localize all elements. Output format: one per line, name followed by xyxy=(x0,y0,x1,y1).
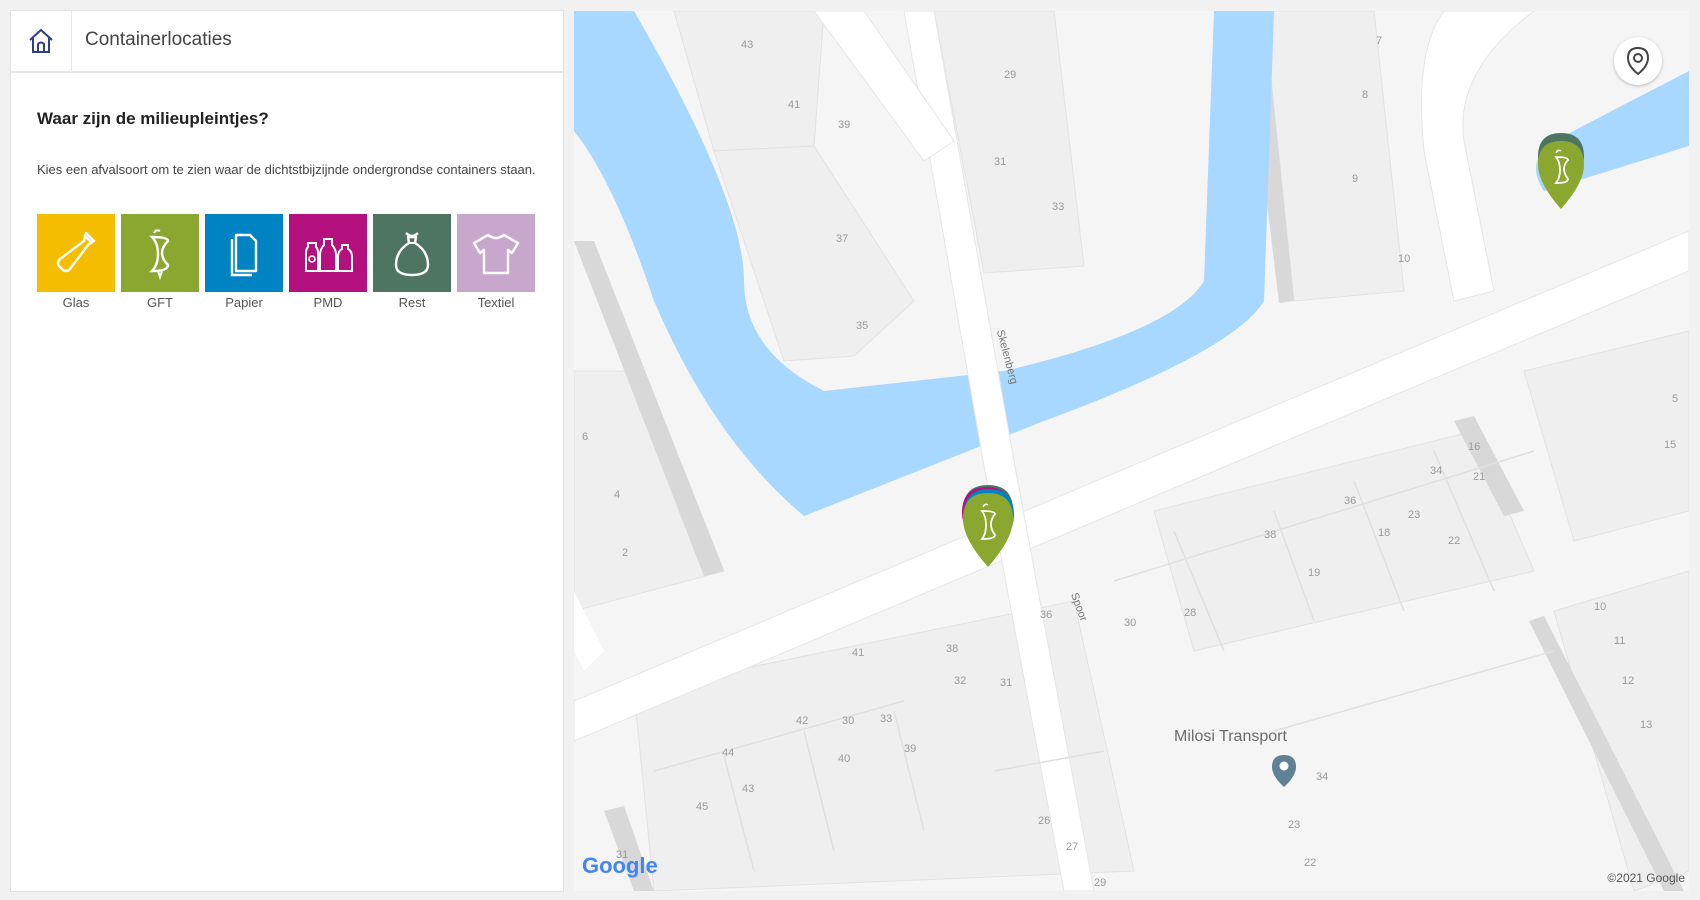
google-logo: Google xyxy=(582,853,658,879)
waste-type-papier[interactable]: Papier xyxy=(205,214,283,310)
house-number: 44 xyxy=(722,747,735,759)
house-number: 41 xyxy=(788,99,801,111)
house-number: 22 xyxy=(1304,857,1317,869)
house-number: 10 xyxy=(1594,601,1607,613)
papier-label: Papier xyxy=(225,295,263,310)
house-number: 18 xyxy=(1378,527,1391,539)
house-number: 23 xyxy=(1288,819,1301,831)
house-number: 30 xyxy=(1124,617,1137,629)
waste-type-list: Glas GFT Papier PMD Rest Textiel xyxy=(37,214,535,310)
papier-tile[interactable] xyxy=(205,214,283,292)
page-title: Containerlocaties xyxy=(85,29,232,50)
house-number: 39 xyxy=(838,119,851,131)
house-number: 8 xyxy=(1362,89,1369,101)
poi-pin[interactable] xyxy=(1271,754,1297,793)
house-number: 19 xyxy=(1308,567,1321,579)
textiel-label: Textiel xyxy=(477,295,515,310)
home-icon xyxy=(29,28,53,53)
house-number: 36 xyxy=(1344,495,1357,507)
map-copyright: ©2021 Google xyxy=(1607,871,1685,885)
house-number: 22 xyxy=(1448,535,1461,547)
top-bar: Containerlocaties xyxy=(11,11,563,73)
house-number: 16 xyxy=(1468,441,1481,453)
house-number: 38 xyxy=(1264,529,1277,541)
house-number: 15 xyxy=(1664,439,1677,451)
section-description: Kies een afvalsoort om te zien waar de d… xyxy=(37,162,536,177)
house-number: 41 xyxy=(852,647,865,659)
container-marker-cluster[interactable] xyxy=(1536,131,1586,214)
house-number: 7 xyxy=(1376,35,1383,47)
house-number: 33 xyxy=(1052,201,1065,213)
waste-type-pmd[interactable]: PMD xyxy=(289,214,367,310)
home-button[interactable] xyxy=(11,11,72,71)
paper-icon xyxy=(230,233,258,277)
map-base xyxy=(574,11,1689,891)
waste-type-rest[interactable]: Rest xyxy=(373,214,451,310)
bottles-icon xyxy=(305,238,353,272)
house-number: 31 xyxy=(994,156,1007,168)
apple-core-icon xyxy=(149,229,170,281)
house-number: 29 xyxy=(1094,877,1107,889)
house-number: 43 xyxy=(741,39,754,51)
house-number: 9 xyxy=(1352,173,1359,185)
house-number: 31 xyxy=(1000,677,1013,689)
trash-bag-icon xyxy=(394,232,430,277)
map-view[interactable]: Skelenberg Spoor 43 41 39 37 35 29 31 33… xyxy=(574,11,1689,891)
apple-core-icon xyxy=(962,485,1014,567)
google-watermark: Google xyxy=(582,853,658,878)
tshirt-icon xyxy=(472,233,520,275)
pmd-label: PMD xyxy=(313,295,343,310)
gft-tile[interactable] xyxy=(121,214,199,292)
rest-tile[interactable] xyxy=(373,214,451,292)
house-number: 33 xyxy=(880,713,893,725)
house-number: 26 xyxy=(1038,815,1051,827)
apple-core-icon xyxy=(1538,133,1584,209)
waste-type-glas[interactable]: Glas xyxy=(37,214,115,310)
house-number: 11 xyxy=(1614,635,1626,647)
section-heading: Waar zijn de milieupleintjes? xyxy=(37,109,269,128)
place-pin-icon xyxy=(1272,755,1296,787)
house-number: 43 xyxy=(742,783,755,795)
house-number: 39 xyxy=(904,743,917,755)
poi-label: Milosi Transport xyxy=(1174,728,1287,745)
waste-type-gft[interactable]: GFT xyxy=(121,214,199,310)
house-number: 5 xyxy=(1672,393,1679,405)
house-number: 10 xyxy=(1398,253,1411,265)
house-number: 40 xyxy=(838,753,851,765)
textiel-tile[interactable] xyxy=(457,214,535,292)
house-number: 42 xyxy=(796,715,809,727)
locate-button[interactable] xyxy=(1614,37,1662,85)
gft-label: GFT xyxy=(147,295,173,310)
house-number: 28 xyxy=(1184,607,1197,619)
house-number: 34 xyxy=(1430,465,1443,477)
pmd-tile[interactable] xyxy=(289,214,367,292)
house-number: 13 xyxy=(1640,719,1653,731)
house-number: 23 xyxy=(1408,509,1421,521)
glas-tile[interactable] xyxy=(37,214,115,292)
house-number: 36 xyxy=(1040,609,1053,621)
house-number: 37 xyxy=(836,233,849,245)
house-number: 45 xyxy=(696,801,709,813)
bottle-icon xyxy=(56,231,96,273)
rest-label: Rest xyxy=(398,295,426,310)
waste-type-textiel[interactable]: Textiel xyxy=(457,214,535,310)
house-number: 32 xyxy=(954,675,967,687)
house-number: 29 xyxy=(1004,69,1017,81)
house-number: 38 xyxy=(946,643,959,655)
location-pin-icon xyxy=(1626,46,1650,76)
house-number: 21 xyxy=(1473,471,1486,483)
house-number: 30 xyxy=(842,715,855,727)
house-number: 2 xyxy=(622,547,629,559)
house-number: 6 xyxy=(582,431,589,443)
house-number: 4 xyxy=(614,489,621,501)
house-number: 34 xyxy=(1316,771,1329,783)
house-number: 27 xyxy=(1066,841,1079,853)
house-number: 12 xyxy=(1622,675,1635,687)
glas-label: Glas xyxy=(62,295,90,310)
container-marker-cluster[interactable] xyxy=(959,483,1017,572)
house-number: 35 xyxy=(856,320,869,332)
sidebar-panel: Containerlocaties Waar zijn de milieuple… xyxy=(11,11,563,891)
